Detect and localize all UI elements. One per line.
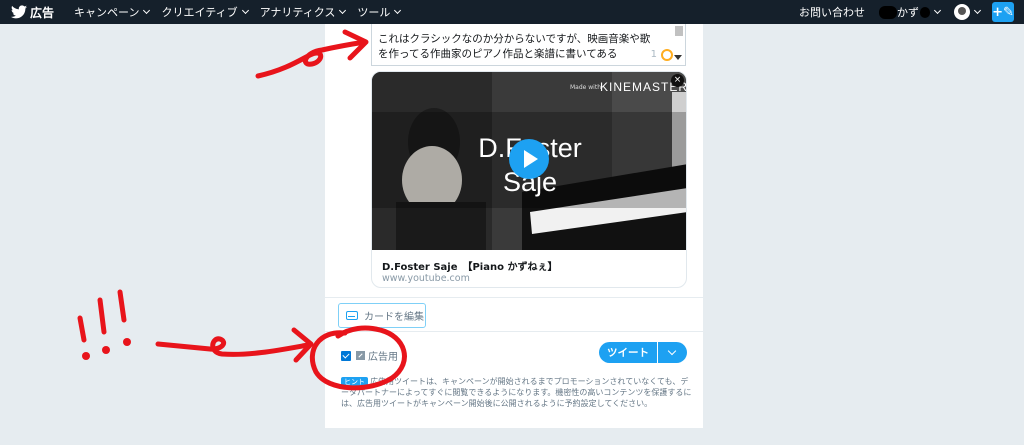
tweet-text-line: を作ってる作曲家のピアノ作品と楽譜に書いてある xyxy=(378,48,618,60)
compose-tweet-button[interactable]: +✎ xyxy=(992,2,1014,22)
video-thumbnail[interactable]: D.Foster Saje Made with KINEMASTER × xyxy=(372,72,686,250)
hint-badge: ヒント xyxy=(341,377,368,387)
remove-card-close-icon[interactable]: × xyxy=(671,74,684,87)
hint-text: ヒント 広告用ツイートは、キャンペーンが開始されるまでプロモーションされていなくて… xyxy=(341,376,693,409)
tweet-composer-panel: これはクラシックなのか分からないですが、映画音楽や歌 を作ってる作曲家のピアノ作… xyxy=(325,24,703,428)
exclamation-stroke xyxy=(117,289,127,323)
promoted-only-checkbox[interactable] xyxy=(341,350,351,361)
exclamation-stroke xyxy=(97,297,107,335)
nav-item-label: ツール xyxy=(357,6,391,19)
account-name: かず xyxy=(897,6,919,19)
nav-item-label: キャンペーン xyxy=(74,6,140,19)
play-icon[interactable] xyxy=(509,139,549,179)
twitter-ads-logo[interactable]: 広告 xyxy=(11,4,54,21)
scrollbar-thumb[interactable] xyxy=(675,26,683,36)
promoted-only-label: 広告用 xyxy=(368,352,398,363)
nav-item-analytics[interactable]: アナリティクス xyxy=(259,4,347,20)
youtube-link-card[interactable]: D.Foster Saje Made with KINEMASTER × D.F… xyxy=(371,71,687,288)
arrow-to-checkbox xyxy=(155,336,311,357)
nav-item-creatives[interactable]: クリエイティブ xyxy=(161,4,249,20)
watermark-made-with: Made with xyxy=(570,84,601,91)
hint-body: 広告用ツイートは、キャンペーンが開始されるまでプロモーションされていなくても、デ… xyxy=(341,377,692,408)
tweet-text-area[interactable]: これはクラシックなのか分からないですが、映画音楽や歌 を作ってる作曲家のピアノ作… xyxy=(371,24,686,66)
redacted-name-mark xyxy=(879,5,897,19)
nav-item-label: クリエイティブ xyxy=(161,6,238,19)
card-domain: www.youtube.com xyxy=(382,273,470,284)
nav-item-tools[interactable]: ツール xyxy=(357,4,402,20)
arrowhead-checkbox xyxy=(291,327,314,363)
exclamation-dot xyxy=(82,352,90,360)
tweet-text-line: これはクラシックなのか分からないですが、映画音楽や歌 xyxy=(378,33,651,45)
account-menu[interactable]: かず xyxy=(879,4,942,20)
chevron-down-icon xyxy=(973,6,982,15)
brand-label: 広告 xyxy=(30,5,55,20)
tweet-button[interactable]: ツイート xyxy=(599,342,657,363)
redacted-name-mark xyxy=(920,6,930,18)
twitter-bird-icon xyxy=(11,5,27,19)
nav-item-label: アナリティクス xyxy=(259,6,336,19)
exclamation-stroke xyxy=(77,315,87,343)
promoted-icon xyxy=(356,351,365,360)
chevron-down-icon xyxy=(241,6,249,15)
edit-card-label: カードを編集 xyxy=(364,312,424,323)
avatar xyxy=(954,4,970,20)
card-icon xyxy=(346,311,358,320)
card-title: D.Foster Saje 【Piano かずねぇ】 xyxy=(382,262,558,273)
tweet-text: これはクラシックなのか分からないですが、映画音楽や歌 を作ってる作曲家のピアノ作… xyxy=(378,32,668,62)
chevron-down-icon xyxy=(339,6,347,15)
character-progress-ring-icon xyxy=(661,49,673,61)
chevron-down-icon xyxy=(933,6,942,15)
scroll-down-arrow-icon[interactable] xyxy=(674,55,682,60)
avatar-menu[interactable] xyxy=(954,4,982,20)
top-navigation-bar: 広告 キャンペーン クリエイティブ アナリティクス ツール お問い合わせ かず … xyxy=(0,0,1024,24)
chevron-down-icon xyxy=(143,6,151,15)
exclamation-dot xyxy=(102,346,110,354)
divider xyxy=(325,297,703,298)
header-right-area: お問い合わせ かず +✎ xyxy=(799,0,1024,24)
compose-tweet-icon: +✎ xyxy=(992,4,1014,20)
edit-card-button[interactable]: カードを編集 xyxy=(338,303,426,328)
exclamation-dot xyxy=(123,338,131,346)
chevron-down-icon xyxy=(394,6,402,15)
promoted-only-option: 広告用 xyxy=(341,348,398,363)
character-counter: 1 xyxy=(650,49,657,60)
tweet-options-dropdown[interactable] xyxy=(658,342,687,363)
divider xyxy=(325,331,703,332)
contact-link[interactable]: お問い合わせ xyxy=(799,4,865,20)
nav-item-campaigns[interactable]: キャンペーン xyxy=(74,4,151,20)
